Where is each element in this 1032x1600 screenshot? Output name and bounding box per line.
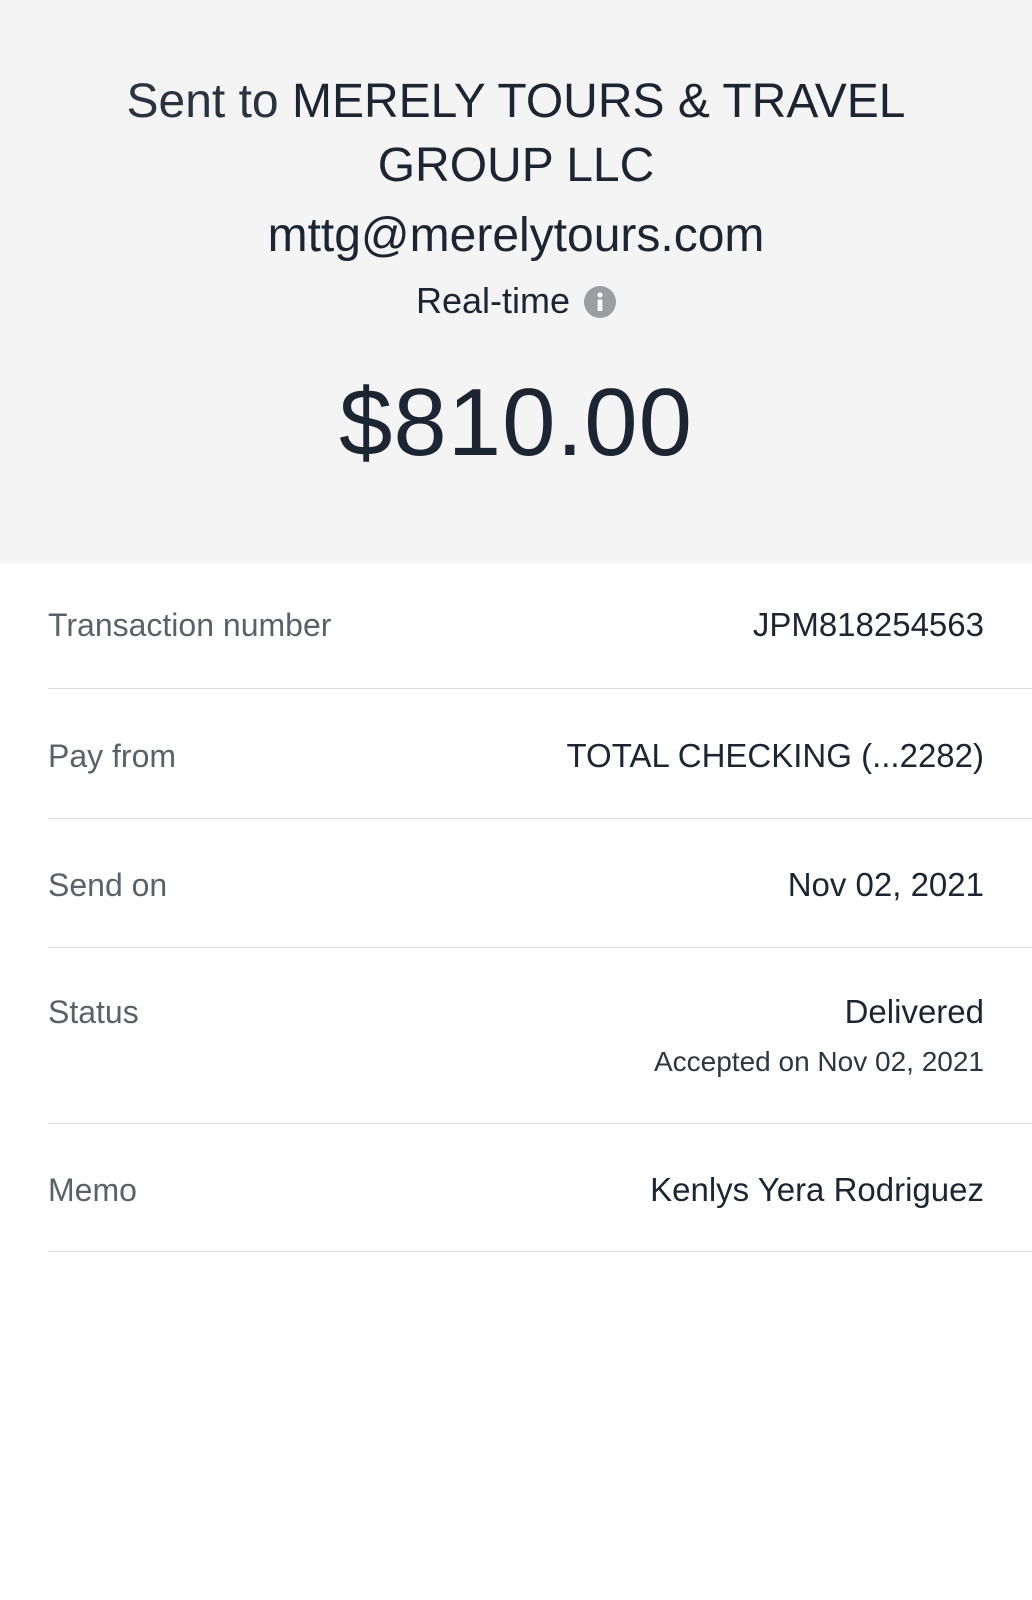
detail-row-send-on: Send on Nov 02, 2021 xyxy=(48,819,1032,948)
send-on-value: Nov 02, 2021 xyxy=(787,866,984,903)
delivery-speed: Real-time xyxy=(0,278,1032,324)
info-circle-icon[interactable] xyxy=(584,283,617,319)
transaction-number-value: JPM818254563 xyxy=(752,606,984,643)
pay-from-value: TOTAL CHECKING (...2282) xyxy=(566,737,985,774)
detail-row-transaction-number: Transaction number JPM818254563 xyxy=(48,563,1032,689)
detail-row-pay-from: Pay from TOTAL CHECKING (...2282) xyxy=(48,689,1032,819)
pay-from-label: Pay from xyxy=(48,738,177,774)
status-accepted-date: Accepted on Nov 02, 2021 xyxy=(653,1046,984,1077)
payment-summary-header: Sent to MERELY TOURS & TRAVEL GROUP LLC … xyxy=(0,0,1032,563)
sent-to-prefix: Sent to xyxy=(126,75,279,128)
status-value: Delivered xyxy=(844,993,984,1030)
memo-label: Memo xyxy=(48,1172,137,1208)
detail-row-status: Status Delivered Accepted on Nov 02, 202… xyxy=(48,948,1032,1124)
transaction-number-label: Transaction number xyxy=(48,607,332,643)
transaction-details: Transaction number JPM818254563 Pay from… xyxy=(48,563,1032,1252)
status-label: Status xyxy=(48,994,139,1030)
recipient-name: MERELY TOURS & TRAVEL GROUP LLC xyxy=(291,75,906,192)
delivery-speed-label: Real-time xyxy=(415,280,571,321)
detail-row-memo: Memo Kenlys Yera Rodriguez xyxy=(48,1124,1032,1252)
memo-value: Kenlys Yera Rodriguez xyxy=(650,1171,984,1208)
recipient-heading: Sent to MERELY TOURS & TRAVEL GROUP LLC xyxy=(80,70,952,198)
send-on-label: Send on xyxy=(48,867,168,903)
payment-amount: $810.00 xyxy=(338,369,693,476)
recipient-email: mttg@merelytours.com xyxy=(267,209,765,262)
